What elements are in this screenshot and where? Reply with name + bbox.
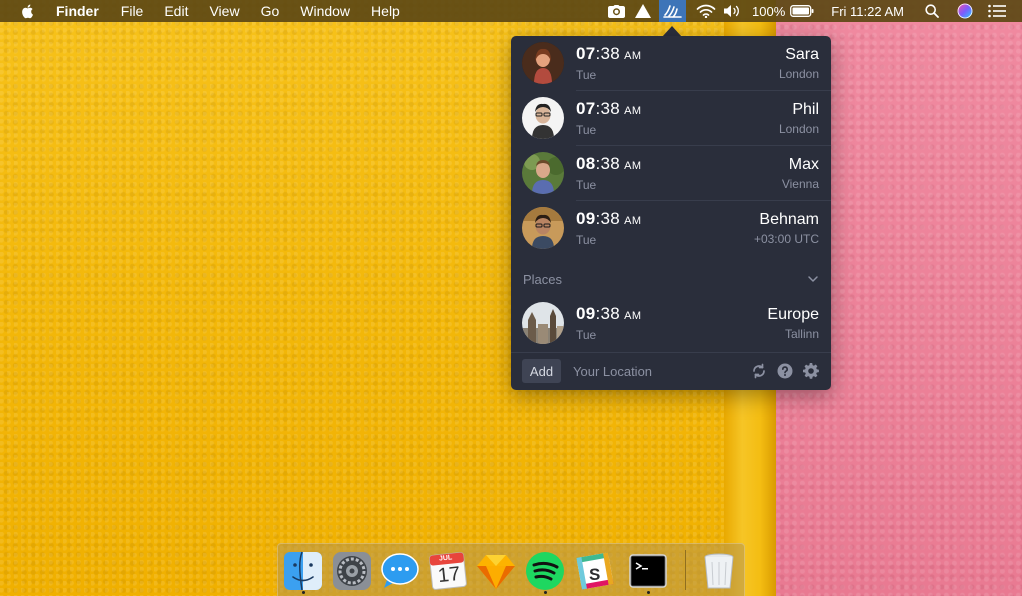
place-location: Tallinn <box>784 327 819 341</box>
dock-separator <box>685 550 686 590</box>
spotlight-search-icon[interactable] <box>924 0 940 22</box>
battery-icon[interactable] <box>789 0 815 22</box>
running-indicator <box>544 591 547 594</box>
menu-bar: Finder File Edit View Go Window Help 100… <box>0 0 1022 22</box>
person-row-sara[interactable]: 07:38 AM Tue Sara London <box>511 36 831 91</box>
person-row-phil[interactable]: 07:38 AM Tue Phil London <box>511 91 831 146</box>
person-name: Phil <box>792 101 819 118</box>
person-day: Tue <box>576 123 597 137</box>
location-search-input[interactable] <box>573 359 733 383</box>
calendar-month: JUL <box>438 554 453 563</box>
dock-messages-icon[interactable] <box>379 550 421 592</box>
person-time: 07:38 AM <box>576 44 642 63</box>
svg-text:S: S <box>589 565 600 584</box>
avatar <box>522 42 564 84</box>
dock: JUL 17 S <box>277 543 745 596</box>
dock-spotify-icon[interactable] <box>524 550 566 592</box>
person-time: 07:38 AM <box>576 99 642 118</box>
dock-sketch-icon[interactable] <box>475 550 517 592</box>
person-day: Tue <box>576 68 597 82</box>
person-time: 09:38 AM <box>576 209 642 228</box>
person-time: 08:38 AM <box>576 154 642 173</box>
menu-view[interactable]: View <box>209 0 239 22</box>
drive-upload-icon[interactable] <box>634 0 652 22</box>
dock-slack-icon[interactable]: S <box>574 550 616 592</box>
person-location: +03:00 UTC <box>753 232 819 246</box>
avatar <box>522 152 564 194</box>
person-row-max[interactable]: 08:38 AM Tue Max Vienna <box>511 146 831 201</box>
add-button[interactable]: Add <box>522 359 561 383</box>
running-indicator <box>302 591 305 594</box>
menubar-clock[interactable]: Fri 11:22 AM <box>831 4 904 19</box>
apple-menu-icon[interactable] <box>20 3 36 19</box>
person-location: London <box>778 122 819 136</box>
place-name: Europe <box>767 306 819 323</box>
place-time: 09:38 AM <box>576 304 642 323</box>
dock-calendar-icon[interactable]: JUL 17 <box>427 550 469 592</box>
camera-icon[interactable] <box>607 0 625 22</box>
person-name: Max <box>788 156 819 173</box>
place-row-europe[interactable]: 09:38 AM Tue Europe Tallinn <box>511 296 831 351</box>
wifi-icon[interactable] <box>695 0 717 22</box>
gear-icon[interactable] <box>803 363 819 379</box>
avatar <box>522 207 564 249</box>
avatar <box>522 302 564 344</box>
siri-icon[interactable] <box>956 0 974 22</box>
calendar-day: 17 <box>436 562 462 588</box>
popover-footer: Add <box>511 352 831 390</box>
dock-finder-icon[interactable] <box>282 550 324 592</box>
place-day: Tue <box>576 328 597 342</box>
timezone-popover: 07:38 AM Tue Sara London 07:38 AM Tue Phil… <box>511 36 831 390</box>
person-location: London <box>778 67 819 81</box>
dock-system-preferences-icon[interactable] <box>331 550 373 592</box>
menu-app-name[interactable]: Finder <box>56 0 99 22</box>
person-name: Sara <box>785 46 819 63</box>
help-icon[interactable] <box>777 363 793 379</box>
person-day: Tue <box>576 233 597 247</box>
battery-percent: 100% <box>752 3 786 19</box>
dock-trash-icon[interactable] <box>698 550 740 592</box>
menu-file[interactable]: File <box>121 0 144 22</box>
menu-edit[interactable]: Edit <box>164 0 188 22</box>
running-indicator <box>647 591 650 594</box>
timezone-app-icon[interactable] <box>659 0 687 22</box>
person-row-behnam[interactable]: 09:38 AM Tue Behnam +03:00 UTC <box>511 201 831 256</box>
dock-terminal-icon[interactable] <box>627 550 669 592</box>
menu-window[interactable]: Window <box>300 0 350 22</box>
avatar <box>522 97 564 139</box>
volume-icon[interactable] <box>722 0 744 22</box>
person-name: Behnam <box>759 211 819 228</box>
sync-icon[interactable] <box>751 363 767 379</box>
chevron-down-icon[interactable] <box>807 272 819 284</box>
person-location: Vienna <box>781 177 819 191</box>
person-day: Tue <box>576 178 597 192</box>
menu-help[interactable]: Help <box>371 0 400 22</box>
notification-center-icon[interactable] <box>988 0 1006 22</box>
places-section-header[interactable]: Places <box>511 264 831 294</box>
menu-go[interactable]: Go <box>261 0 280 22</box>
places-label: Places <box>523 272 563 287</box>
